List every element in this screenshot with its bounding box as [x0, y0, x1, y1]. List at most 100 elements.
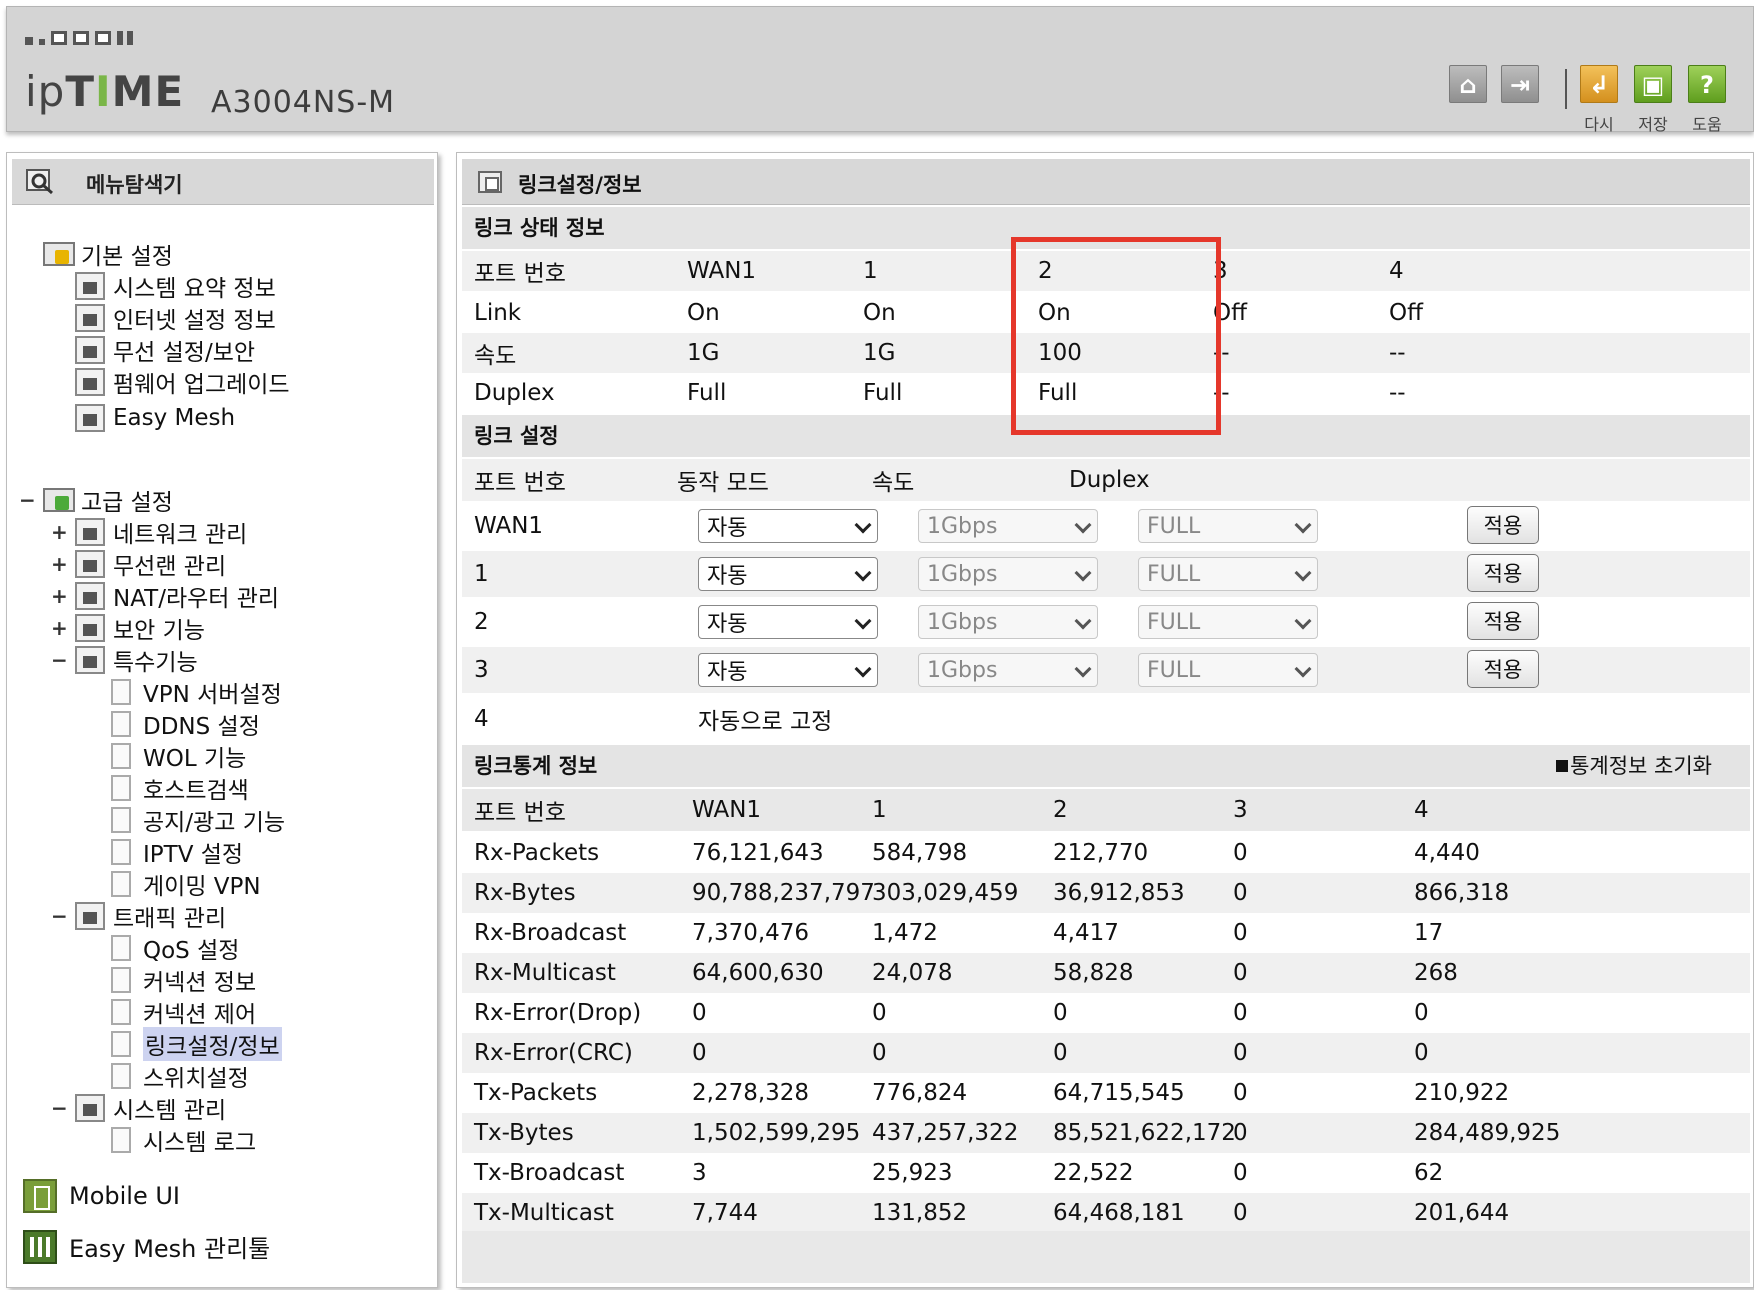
page-icon	[111, 775, 131, 801]
reload-icon: ↲	[1588, 71, 1610, 99]
port-label: 2	[474, 609, 489, 635]
stats-row: Tx-Broadcast 3 25,923 22,522 0 62	[462, 1153, 1750, 1193]
traffic-icon	[75, 902, 105, 930]
header-cell: 포트 번호	[474, 800, 566, 826]
page-icon	[111, 807, 131, 833]
header-cell: 동작 모드	[677, 470, 769, 496]
expand-toggle[interactable]: +	[51, 584, 68, 608]
collapse-toggle[interactable]: −	[51, 1096, 68, 1120]
apply-button[interactable]: 적용	[1467, 602, 1539, 640]
expand-toggle[interactable]: +	[51, 552, 68, 576]
reset-stats-link[interactable]: 통계정보 초기화	[1556, 745, 1712, 787]
stats-row: Rx-Multicast 64,600,630 24,078 58,828 0 268	[462, 953, 1750, 993]
reload-button[interactable]: ↲	[1580, 65, 1618, 103]
tree-label: 무선랜 관리	[113, 554, 227, 580]
stats-cell: 0	[1414, 1040, 1429, 1066]
tree-label: Easy Mesh	[113, 405, 236, 431]
tree-item-connection-info[interactable]: 커넥션 정보	[111, 965, 256, 996]
upgrade-icon	[75, 368, 105, 396]
stats-cell: 212,770	[1053, 840, 1149, 866]
mode-select[interactable]: 자동	[698, 509, 878, 543]
stats-cell: 0	[1233, 1040, 1248, 1066]
stats-cell: 131,852	[872, 1200, 968, 1226]
tree-item-system-log[interactable]: 시스템 로그	[111, 1125, 256, 1156]
tree-group-nat-router[interactable]: + NAT/라우터 관리	[51, 581, 279, 612]
folder-icon	[43, 242, 75, 266]
expand-toggle[interactable]: +	[51, 520, 68, 544]
page-icon	[111, 743, 131, 769]
mobile-ui-label: Mobile UI	[69, 1182, 180, 1210]
tree-group-wireless[interactable]: + 무선랜 관리	[51, 549, 227, 580]
tree-item-internet-info[interactable]: 인터넷 설정 정보	[75, 303, 276, 334]
collapse-toggle[interactable]: −	[51, 904, 68, 928]
chart-icon	[75, 272, 105, 300]
stats-cell: 303,029,459	[872, 880, 1019, 906]
stats-cell: 0	[1053, 1000, 1068, 1026]
stats-cell: 4,417	[1053, 920, 1119, 946]
tree-label: 인터넷 설정 정보	[113, 308, 276, 334]
tree-item-wol[interactable]: WOL 기능	[111, 741, 247, 772]
highlight-box	[1011, 237, 1221, 435]
config-row-port2: 2 자동 1Gbps FULL 적용	[462, 599, 1750, 645]
row-label: Rx-Packets	[474, 840, 600, 866]
tree-item-gaming-vpn[interactable]: 게이밍 VPN	[111, 869, 261, 900]
tree-item-vpn-server[interactable]: VPN 서버설정	[111, 677, 282, 708]
tree-group-system[interactable]: − 시스템 관리	[51, 1093, 226, 1124]
mode-select[interactable]: 자동	[698, 605, 878, 639]
mode-select[interactable]: 자동	[698, 557, 878, 591]
tree-item-host-search[interactable]: 호스트검색	[111, 773, 249, 804]
help-button[interactable]: ?	[1688, 65, 1726, 103]
tree-group-traffic[interactable]: − 트래픽 관리	[51, 901, 226, 932]
save-button[interactable]: ▣	[1634, 65, 1672, 103]
tree-basic-settings[interactable]: 기본 설정	[43, 239, 173, 270]
row-label: Tx-Bytes	[474, 1120, 574, 1146]
stats-cell: 24,078	[872, 960, 953, 986]
mobile-ui-link[interactable]: Mobile UI	[23, 1179, 180, 1213]
header-cell: 1	[863, 258, 878, 284]
tree-item-qos[interactable]: QoS 설정	[111, 933, 240, 964]
apply-button[interactable]: 적용	[1467, 506, 1539, 544]
easy-mesh-tool-link[interactable]: Easy Mesh 관리툴	[23, 1229, 270, 1264]
tree-item-iptv[interactable]: IPTV 설정	[111, 837, 243, 868]
stats-cell: 90,788,237,797	[692, 880, 875, 906]
expand-toggle[interactable]: +	[51, 616, 68, 640]
row-label: 속도	[474, 343, 517, 369]
tree-label: 기본 설정	[81, 244, 173, 270]
apply-button[interactable]: 적용	[1467, 650, 1539, 688]
collapse-toggle[interactable]: −	[51, 648, 68, 672]
tree-item-notice-ad[interactable]: 공지/광고 기능	[111, 805, 285, 836]
collapse-toggle[interactable]: −	[19, 488, 36, 512]
port-label: WAN1	[474, 513, 544, 539]
tree-item-link-settings[interactable]: 링크설정/정보	[111, 1027, 282, 1061]
stats-cell: 0	[692, 1000, 707, 1026]
stats-cell: 0	[872, 1040, 887, 1066]
tree-item-ddns[interactable]: DDNS 설정	[111, 709, 260, 740]
stats-cell: 0	[1233, 1160, 1248, 1186]
logout-button[interactable]: ⇥	[1501, 65, 1539, 103]
apply-button[interactable]: 적용	[1467, 554, 1539, 592]
tree-item-system-summary[interactable]: 시스템 요약 정보	[75, 271, 276, 302]
tree-advanced-settings[interactable]: − 고급 설정	[19, 485, 173, 516]
row-label: Rx-Error(CRC)	[474, 1040, 633, 1066]
stats-cell: 2,278,328	[692, 1080, 810, 1106]
tree-label: 고급 설정	[81, 490, 173, 516]
tree-label: WOL 기능	[143, 746, 247, 772]
tree-label: VPN 서버설정	[143, 682, 282, 708]
tree-item-easy-mesh[interactable]: Easy Mesh	[75, 403, 235, 433]
stats-cell: 0	[872, 1000, 887, 1026]
tree-item-wireless-security[interactable]: 무선 설정/보안	[75, 335, 255, 366]
stats-cell: 0	[1233, 1120, 1248, 1146]
home-button[interactable]: ⌂	[1449, 65, 1487, 103]
tree-item-firmware-upgrade[interactable]: 펌웨어 업그레이드	[75, 367, 290, 398]
tree-group-special[interactable]: − 특수기능	[51, 645, 198, 676]
tree-item-switch-settings[interactable]: 스위치설정	[111, 1061, 249, 1092]
tree-group-security[interactable]: + 보안 기능	[51, 613, 205, 644]
tree-group-network[interactable]: + 네트워크 관리	[51, 517, 247, 548]
stats-cell: 1,502,599,295	[692, 1120, 861, 1146]
tree-item-connection-control[interactable]: 커넥션 제어	[111, 997, 256, 1028]
mode-select[interactable]: 자동	[698, 653, 878, 687]
chevron-down-icon	[1294, 564, 1312, 582]
tree-label: QoS 설정	[143, 938, 240, 964]
chart-icon	[75, 1094, 105, 1122]
chevron-down-icon	[1074, 516, 1092, 534]
